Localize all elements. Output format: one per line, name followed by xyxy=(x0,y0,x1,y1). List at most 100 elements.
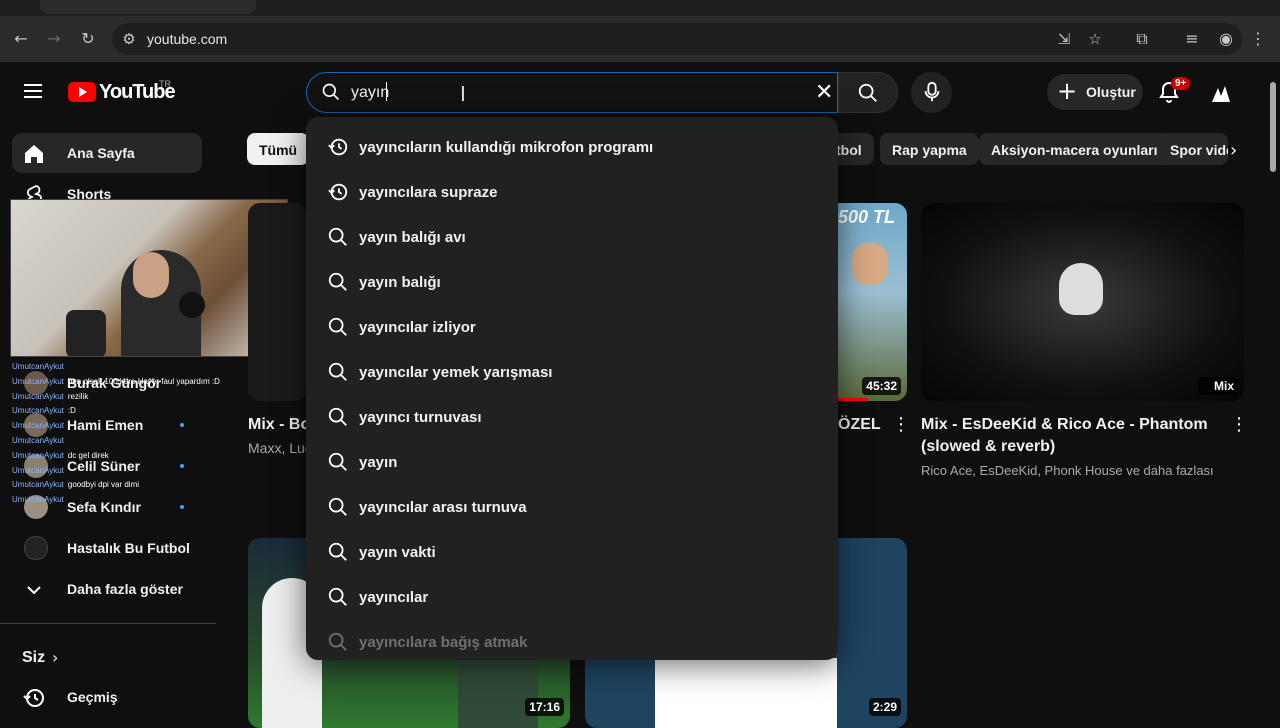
search-icon xyxy=(328,542,347,561)
video-duration: 17:16 xyxy=(525,698,564,716)
sidebar-item-home[interactable]: Ana Sayfa xyxy=(12,133,202,173)
address-bar[interactable]: ⚙ youtube.com ⇲ ☆ xyxy=(112,23,1242,55)
chat-line: UmutcanAykut ben olsalı 100 kere Hayer fa… xyxy=(12,376,220,386)
suggestion-text: yayıncılar xyxy=(359,589,429,606)
site-info-icon[interactable]: ⚙ xyxy=(118,28,140,50)
address-url: youtube.com xyxy=(147,31,228,47)
sidebar-item-label: Daha fazla göster xyxy=(67,581,183,597)
search-icon xyxy=(328,632,347,651)
chevron-right-icon[interactable]: › xyxy=(1230,140,1237,161)
thumbnail-whitebox xyxy=(655,658,837,728)
chat-line: UmutcanAykut:D xyxy=(12,406,76,416)
sidebar-section-siz[interactable]: Siz xyxy=(22,649,45,667)
create-button[interactable]: + Oluştur xyxy=(1047,74,1143,110)
divider xyxy=(0,623,216,624)
video-thumbnail[interactable] xyxy=(248,203,306,401)
avatar xyxy=(24,536,48,560)
hamburger-menu-icon[interactable] xyxy=(24,84,42,98)
chat-line: UmutcanAykut xyxy=(12,421,64,431)
chip-sports[interactable]: Spor vide xyxy=(1158,133,1228,165)
create-label: Oluştur xyxy=(1086,84,1136,100)
extensions-icon[interactable]: ⧉ xyxy=(1131,28,1153,50)
suggestion-item[interactable]: yayın xyxy=(306,440,838,485)
video-channel[interactable]: Maxx, Luc xyxy=(248,440,308,456)
chat-line: UmutcanAykut xyxy=(12,435,64,445)
chat-line: UmutcanAykut xyxy=(12,465,64,475)
browser-toolbar: ← → ↻ ⚙ youtube.com ⇲ ☆ ⧉ ≡ ◉ ⋮ xyxy=(0,16,1280,62)
video-thumbnail[interactable]: 500 TL 45:32 xyxy=(838,203,907,401)
chat-line: UmutcanAykut dc gel direk xyxy=(12,450,109,460)
plus-icon: + xyxy=(1057,77,1078,105)
suggestion-item[interactable]: yayıncılar izliyor xyxy=(306,305,838,350)
chat-line: UmutcanAykut goodbyi dpi var dimi xyxy=(12,480,140,490)
reload-icon[interactable]: ↻ xyxy=(77,28,99,50)
forward-icon[interactable]: → xyxy=(43,28,65,50)
suggestion-item[interactable]: yayıncılara supraze xyxy=(306,170,838,215)
search-icon xyxy=(328,227,347,246)
scrollbar-thumb[interactable] xyxy=(1270,82,1276,172)
search-icon xyxy=(328,362,347,381)
video-thumbnail[interactable]: Mix xyxy=(921,203,1244,401)
menu-kebab-icon[interactable]: ⋮ xyxy=(1247,28,1269,50)
chip-rap[interactable]: Rap yapma xyxy=(880,133,979,165)
chat-line: UmutcanAykut rezilik xyxy=(12,391,89,401)
sidebar-item-subscription[interactable]: Hastalık Bu Futbol xyxy=(12,528,202,568)
suggestion-item[interactable]: yayıncılar yemek yarışması xyxy=(306,350,838,395)
webcam-overlay xyxy=(10,199,288,357)
account-avatar-icon[interactable] xyxy=(1208,82,1234,108)
video-title[interactable]: Mix - EsDeeKid & Rico Ace - Phantom (slow… xyxy=(921,414,1221,458)
region-code: TR xyxy=(159,79,171,89)
install-app-icon[interactable]: ⇲ xyxy=(1053,28,1075,50)
search-icon xyxy=(328,452,347,471)
video-channel[interactable]: Rico Ace, EsDeeKid, Phonk House ve daha … xyxy=(921,463,1214,478)
video-menu-icon[interactable]: ⋮ xyxy=(1230,414,1248,435)
suggestion-text: yayıncılara bağış atmak xyxy=(359,634,528,651)
suggestion-item[interactable]: yayın balığı xyxy=(306,260,838,305)
video-title[interactable]: ÖZEL xyxy=(838,414,881,436)
video-duration: 2:29 xyxy=(868,698,901,716)
history-icon xyxy=(328,138,348,156)
suggestion-text: yayın vakti xyxy=(359,544,436,561)
suggestion-item[interactable]: yayıncıların kullandığı mikrofon program… xyxy=(306,125,838,170)
search-icon xyxy=(328,407,347,426)
suggestion-item[interactable]: yayıncılara bağış atmak xyxy=(306,620,838,660)
sidebar-item-history[interactable]: Geçmiş xyxy=(12,677,202,717)
search-button[interactable] xyxy=(838,72,898,113)
search-icon xyxy=(322,83,340,101)
yt-header: YouTube TR yayın ✕ + Oluştur 9+ xyxy=(0,62,1280,122)
browser-tab[interactable] xyxy=(40,0,256,14)
search-icon xyxy=(858,83,877,102)
suggestion-text: yayın balığı xyxy=(359,274,441,291)
clear-search-icon[interactable]: ✕ xyxy=(815,80,833,105)
profile-icon[interactable]: ◉ xyxy=(1215,28,1237,50)
chevron-down-icon xyxy=(27,586,41,595)
suggestion-item[interactable]: yayın balığı avı xyxy=(306,215,838,260)
voice-search-button[interactable] xyxy=(911,72,952,113)
suggestion-text: yayın balığı avı xyxy=(359,229,466,246)
thumbnail-face xyxy=(852,243,888,285)
video-title[interactable]: Mix - Boo xyxy=(248,414,308,436)
suggestion-item[interactable]: yayıncılar xyxy=(306,575,838,620)
chip-all[interactable]: Tümü xyxy=(247,133,310,165)
back-icon[interactable]: ← xyxy=(10,28,32,50)
webcam-microphone xyxy=(179,292,205,318)
video-menu-icon[interactable]: ⋮ xyxy=(892,414,910,435)
page-scrollbar[interactable] xyxy=(1268,70,1278,720)
suggestion-item[interactable]: yayın vakti xyxy=(306,530,838,575)
search-icon xyxy=(328,497,347,516)
chip-action-adventure[interactable]: Aksiyon-macera oyunları xyxy=(979,133,1170,165)
search-query: yayın xyxy=(351,84,390,101)
suggestion-item[interactable]: yayıncı turnuvası xyxy=(306,395,838,440)
chat-line: UmutcanAykut xyxy=(12,362,64,371)
youtube-play-icon xyxy=(68,82,96,102)
suggestion-item[interactable]: yayıncılar arası turnuva xyxy=(306,485,838,530)
sidebar-show-more[interactable]: Daha fazla göster xyxy=(12,569,202,609)
bookmark-star-icon[interactable]: ☆ xyxy=(1084,28,1106,50)
suggestion-text: yayıncılara supraze xyxy=(359,184,498,201)
suggestion-text: yayıncıların kullandığı mikrofon program… xyxy=(359,139,654,156)
history-icon xyxy=(23,689,44,707)
search-icon xyxy=(328,587,347,606)
search-icon xyxy=(328,272,347,291)
thumbnail-text: 500 TL xyxy=(838,207,896,227)
media-control-icon[interactable]: ≡ xyxy=(1181,28,1203,50)
